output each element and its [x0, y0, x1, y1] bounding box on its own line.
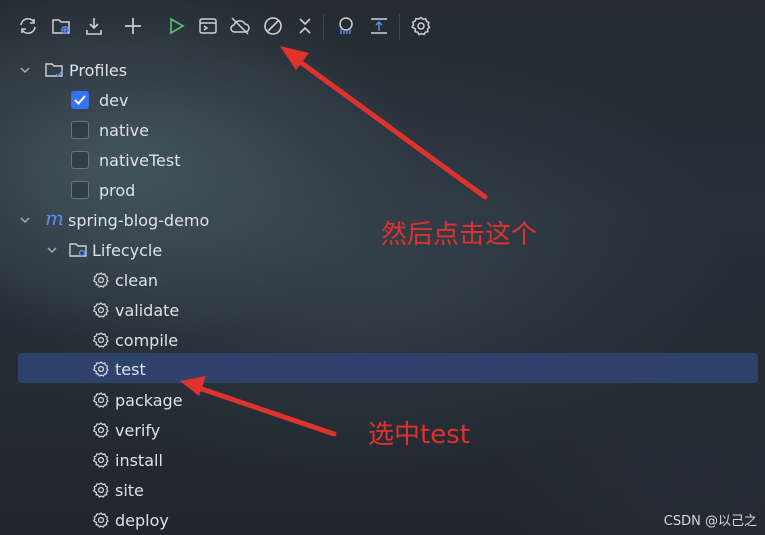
arrow-to-test — [193, 384, 337, 437]
arrow-head-bottom — [180, 376, 206, 396]
annotation-select-test: 选中test — [368, 420, 470, 450]
annotation-click-this: 然后点击这个 — [381, 220, 538, 250]
annotation-arrows — [180, 46, 488, 437]
watermark: CSDN @以己之 — [663, 514, 757, 529]
arrow-to-skip-tests — [289, 53, 488, 200]
